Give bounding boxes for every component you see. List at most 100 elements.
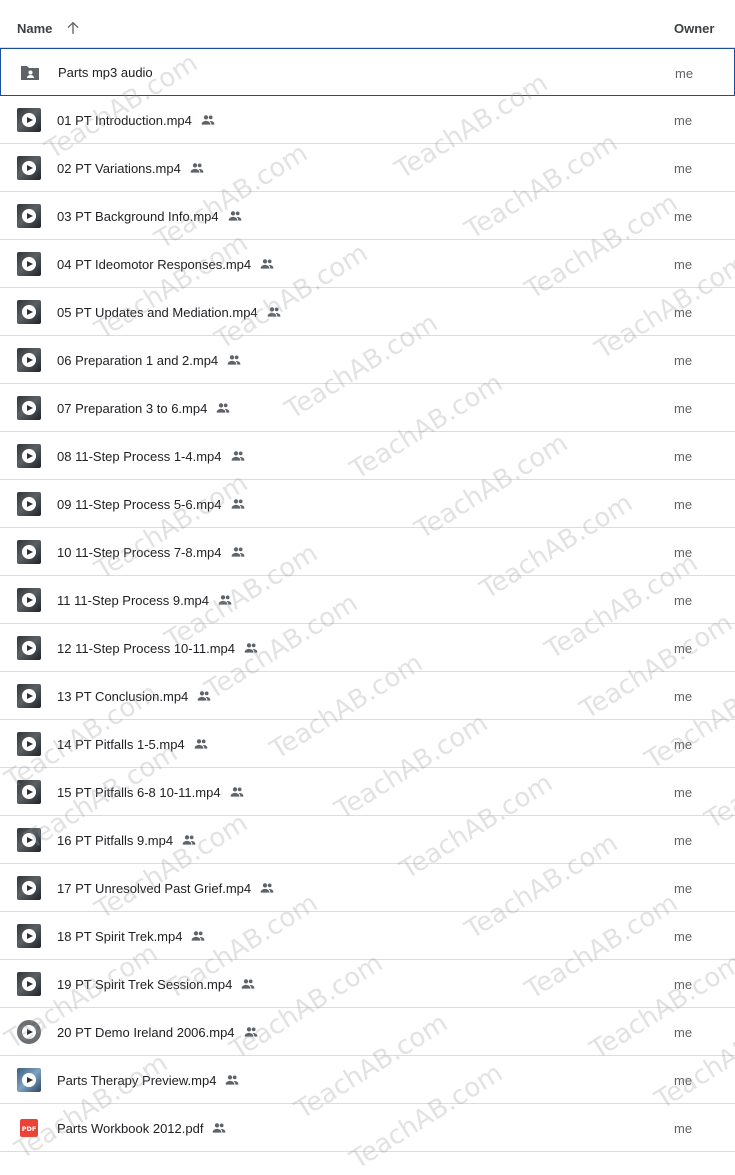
file-name[interactable]: 10 11-Step Process 7-8.mp4 <box>57 544 246 560</box>
file-row[interactable]: 07 Preparation 3 to 6.mp4 me <box>0 384 735 432</box>
file-name[interactable]: 01 PT Introduction.mp4 <box>57 112 216 128</box>
people-icon <box>230 787 243 797</box>
video-thumbnail-icon <box>17 396 41 420</box>
file-name[interactable]: 03 PT Background Info.mp4 <box>57 208 243 224</box>
file-name-text[interactable]: 19 PT Spirit Trek Session.mp4 <box>57 977 232 992</box>
file-list: Parts mp3 audio me 01 PT Introduction.mp4 m… <box>0 48 735 1152</box>
file-name[interactable]: 09 11-Step Process 5-6.mp4 <box>57 496 246 512</box>
file-name[interactable]: 04 PT Ideomotor Responses.mp4 <box>57 256 275 272</box>
owner-cell: me <box>674 929 693 944</box>
file-row[interactable]: 02 PT Variations.mp4 me <box>0 144 735 192</box>
play-icon <box>22 593 36 607</box>
file-name-text[interactable]: 14 PT Pitfalls 1-5.mp4 <box>57 737 185 752</box>
file-row[interactable]: 14 PT Pitfalls 1-5.mp4 me <box>0 720 735 768</box>
people-icon <box>228 211 241 221</box>
file-name-text[interactable]: 16 PT Pitfalls 9.mp4 <box>57 833 173 848</box>
play-icon <box>22 161 36 175</box>
file-name[interactable]: 07 Preparation 3 to 6.mp4 <box>57 400 231 416</box>
people-icon <box>242 979 255 989</box>
file-row[interactable]: 15 PT Pitfalls 6-8 10-11.mp4 me <box>0 768 735 816</box>
file-row[interactable]: 13 PT Conclusion.mp4 me <box>0 672 735 720</box>
shared-folder-icon <box>21 66 39 80</box>
file-name-text[interactable]: 18 PT Spirit Trek.mp4 <box>57 929 182 944</box>
file-row[interactable]: 08 11-Step Process 1-4.mp4 me <box>0 432 735 480</box>
file-name-text[interactable]: 01 PT Introduction.mp4 <box>57 113 192 128</box>
file-name[interactable]: 17 PT Unresolved Past Grief.mp4 <box>57 880 275 896</box>
file-name[interactable]: 13 PT Conclusion.mp4 <box>57 688 212 704</box>
file-name-text[interactable]: Parts mp3 audio <box>58 65 153 80</box>
owner-column-header[interactable]: Owner <box>674 21 714 36</box>
file-row[interactable]: 10 11-Step Process 7-8.mp4 me <box>0 528 735 576</box>
file-row[interactable]: PDF Parts Workbook 2012.pdf me <box>0 1104 735 1152</box>
play-icon <box>22 545 36 559</box>
file-row[interactable]: 18 PT Spirit Trek.mp4 me <box>0 912 735 960</box>
file-name[interactable]: 05 PT Updates and Mediation.mp4 <box>57 304 282 320</box>
file-name[interactable]: 11 11-Step Process 9.mp4 <box>57 592 233 608</box>
file-name[interactable]: 19 PT Spirit Trek Session.mp4 <box>57 976 256 992</box>
file-row[interactable]: 03 PT Background Info.mp4 me <box>0 192 735 240</box>
file-name-text[interactable]: 05 PT Updates and Mediation.mp4 <box>57 305 258 320</box>
play-icon <box>22 833 36 847</box>
file-name-text[interactable]: 06 Preparation 1 and 2.mp4 <box>57 353 218 368</box>
file-name[interactable]: Parts Workbook 2012.pdf <box>57 1120 227 1136</box>
file-name[interactable]: Parts Therapy Preview.mp4 <box>57 1072 240 1088</box>
owner-cell: me <box>674 1025 693 1040</box>
file-row[interactable]: 16 PT Pitfalls 9.mp4 me <box>0 816 735 864</box>
file-name-text[interactable]: 08 11-Step Process 1-4.mp4 <box>57 449 222 464</box>
file-name[interactable]: 20 PT Demo Ireland 2006.mp4 <box>57 1024 259 1040</box>
file-row[interactable]: 06 Preparation 1 and 2.mp4 me <box>0 336 735 384</box>
file-name-text[interactable]: 03 PT Background Info.mp4 <box>57 209 219 224</box>
file-name[interactable]: 06 Preparation 1 and 2.mp4 <box>57 352 242 368</box>
file-name[interactable]: 15 PT Pitfalls 6-8 10-11.mp4 <box>57 784 245 800</box>
file-name-text[interactable]: Parts Therapy Preview.mp4 <box>57 1073 216 1088</box>
play-icon <box>22 1073 36 1087</box>
file-row[interactable]: 09 11-Step Process 5-6.mp4 me <box>0 480 735 528</box>
file-name-text[interactable]: 17 PT Unresolved Past Grief.mp4 <box>57 881 251 896</box>
file-name-text[interactable]: 10 11-Step Process 7-8.mp4 <box>57 545 222 560</box>
file-list-header: Name Owner <box>0 0 735 48</box>
file-row[interactable]: 01 PT Introduction.mp4 me <box>0 96 735 144</box>
file-name-text[interactable]: Parts Workbook 2012.pdf <box>57 1121 203 1136</box>
file-row[interactable]: 05 PT Updates and Mediation.mp4 me <box>0 288 735 336</box>
video-thumbnail-icon <box>17 876 41 900</box>
video-thumbnail-icon <box>17 300 41 324</box>
arrow-up-icon[interactable] <box>65 20 81 36</box>
file-name-text[interactable]: 12 11-Step Process 10-11.mp4 <box>57 641 235 656</box>
file-row[interactable]: 20 PT Demo Ireland 2006.mp4 me <box>0 1008 735 1056</box>
file-name-text[interactable]: 15 PT Pitfalls 6-8 10-11.mp4 <box>57 785 221 800</box>
owner-cell: me <box>674 737 693 752</box>
file-row[interactable]: 04 PT Ideomotor Responses.mp4 me <box>0 240 735 288</box>
file-name[interactable]: 08 11-Step Process 1-4.mp4 <box>57 448 246 464</box>
file-name[interactable]: 02 PT Variations.mp4 <box>57 160 205 176</box>
file-name[interactable]: 18 PT Spirit Trek.mp4 <box>57 928 206 944</box>
file-row[interactable]: Parts Therapy Preview.mp4 me <box>0 1056 735 1104</box>
file-name[interactable]: Parts mp3 audio <box>58 65 153 80</box>
file-name-text[interactable]: 13 PT Conclusion.mp4 <box>57 689 188 704</box>
file-row[interactable]: 19 PT Spirit Trek Session.mp4 me <box>0 960 735 1008</box>
owner-cell: me <box>674 593 693 608</box>
people-icon <box>260 259 274 269</box>
file-name[interactable]: 14 PT Pitfalls 1-5.mp4 <box>57 736 209 752</box>
file-row[interactable]: 17 PT Unresolved Past Grief.mp4 me <box>0 864 735 912</box>
file-name-text[interactable]: 07 Preparation 3 to 6.mp4 <box>57 401 207 416</box>
file-name-text[interactable]: 04 PT Ideomotor Responses.mp4 <box>57 257 251 272</box>
play-icon <box>22 1025 36 1039</box>
file-name-text[interactable]: 02 PT Variations.mp4 <box>57 161 181 176</box>
file-name[interactable]: 12 11-Step Process 10-11.mp4 <box>57 640 259 656</box>
video-thumbnail-icon <box>17 492 41 516</box>
file-name-text[interactable]: 09 11-Step Process 5-6.mp4 <box>57 497 222 512</box>
people-icon <box>213 1123 226 1133</box>
file-row[interactable]: Parts mp3 audio me <box>0 48 735 96</box>
file-row[interactable]: 12 11-Step Process 10-11.mp4 me <box>0 624 735 672</box>
file-name-text[interactable]: 11 11-Step Process 9.mp4 <box>57 593 209 608</box>
file-name-text[interactable]: 20 PT Demo Ireland 2006.mp4 <box>57 1025 235 1040</box>
owner-cell: me <box>675 66 694 81</box>
people-icon <box>216 403 230 413</box>
video-thumbnail-icon <box>17 636 41 660</box>
name-column-header[interactable]: Name <box>17 21 52 36</box>
file-name[interactable]: 16 PT Pitfalls 9.mp4 <box>57 832 197 848</box>
owner-cell: me <box>674 1073 693 1088</box>
file-row[interactable]: 11 11-Step Process 9.mp4 me <box>0 576 735 624</box>
people-icon <box>244 1027 257 1037</box>
owner-cell: me <box>674 497 693 512</box>
